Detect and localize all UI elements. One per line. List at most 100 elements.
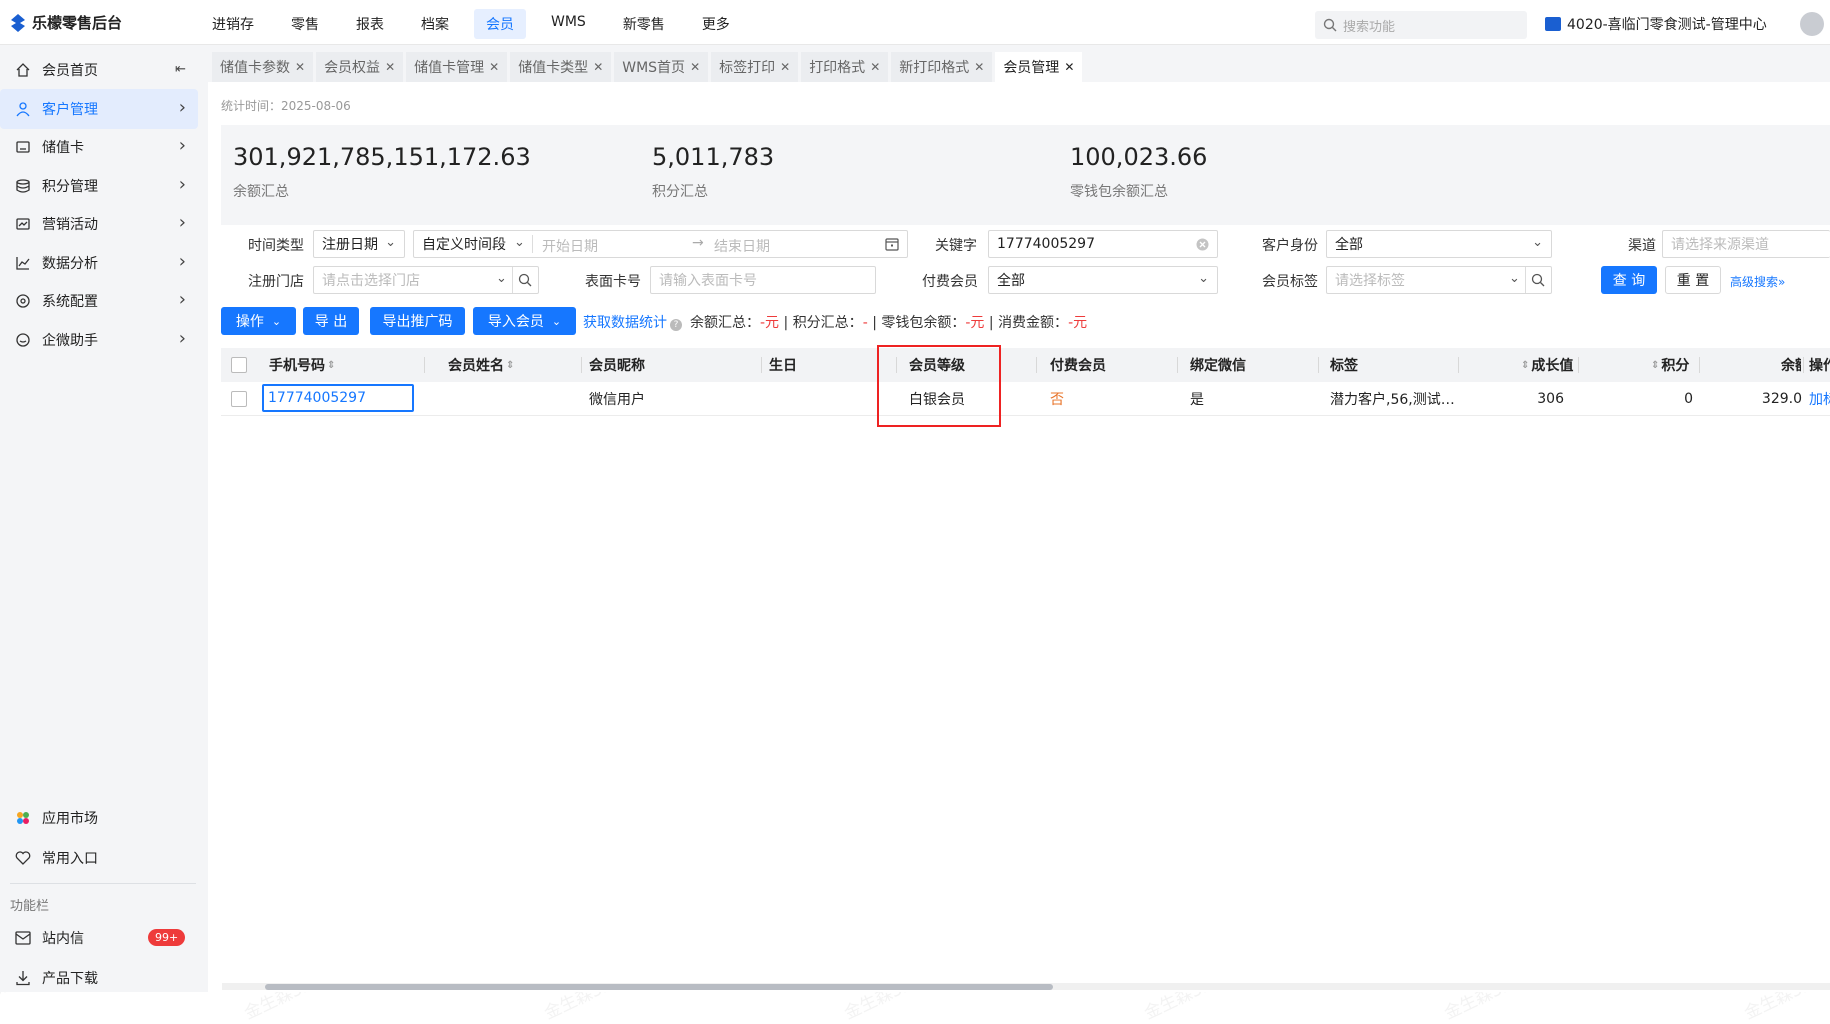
top-navigation: 进销存 零售 报表 档案 会员 WMS 新零售 更多 <box>200 9 755 39</box>
add-tag-link[interactable]: 加标 <box>1809 382 1830 416</box>
sidebar-item-6[interactable]: 系统配置 › <box>0 281 198 321</box>
chevron-down-icon: ⌄ <box>1198 271 1209 286</box>
col-growth[interactable]: ⇕ 成长值 <box>1521 348 1573 382</box>
sidebar-item-label: 数据分析 <box>42 255 98 272</box>
sidebar-item-3[interactable]: 积分管理 › <box>0 166 198 206</box>
col-phone[interactable]: 手机号码 ⇕ <box>269 348 335 382</box>
operate-button[interactable]: 操作 ⌄ <box>221 307 296 335</box>
sidebar-item-4[interactable]: 营销活动 › <box>0 204 198 244</box>
start-date-input[interactable]: 开始日期 <box>542 236 598 256</box>
tab-6[interactable]: 打印格式 ✕ <box>801 52 889 82</box>
sort-icon: ⇕ <box>506 359 515 371</box>
sidebar-item-favorites[interactable]: 常用入口 <box>0 838 198 878</box>
export-code-button[interactable]: 导出推广码 <box>370 307 465 335</box>
fetch-stats-link[interactable]: 获取数据统计? <box>583 312 682 332</box>
reset-button[interactable]: 重 置 <box>1665 266 1721 294</box>
sidebar-item-1[interactable]: 客户管理 › <box>0 88 198 129</box>
chevron-down-icon: ⌄ <box>551 314 562 328</box>
store-label: 注册门店 <box>248 274 304 290</box>
app-logo[interactable]: 乐檬零售后台 <box>10 12 122 33</box>
topnav-item[interactable]: 档案 <box>409 9 461 39</box>
download-icon <box>12 967 34 989</box>
search-input[interactable]: 搜索功能 <box>1315 11 1527 39</box>
stat-balance-label: 余额汇总 <box>233 184 289 200</box>
column-divider <box>424 357 425 373</box>
sidebar-item-7[interactable]: 企微助手 › <box>0 320 198 360</box>
cell-wechat: 是 <box>1190 392 1204 408</box>
avatar[interactable] <box>1800 12 1824 36</box>
tab-1[interactable]: 会员权益 ✕ <box>316 52 404 82</box>
search-icon[interactable] <box>518 273 532 287</box>
table-header: 手机号码 ⇕ 会员姓名 ⇕ 会员昵称 生日 会员等级 付费会员 绑定微信 标签 ⇕ 成… <box>221 348 1830 382</box>
tab-4[interactable]: WMS首页 ✕ <box>614 52 709 82</box>
clear-icon[interactable] <box>1196 238 1209 251</box>
search-icon[interactable] <box>1531 273 1545 287</box>
cell-balance: 329.0 <box>1761 391 1802 407</box>
tab-0[interactable]: 储值卡参数 ✕ <box>212 52 314 82</box>
close-icon[interactable]: ✕ <box>1064 60 1074 74</box>
col-phone-label: 手机号码 <box>269 358 325 374</box>
close-icon[interactable]: ✕ <box>295 60 305 74</box>
main-content: 储值卡参数 ✕ 会员权益 ✕ 储值卡管理 ✕ 储值卡类型 ✕ WMS首页 ✕ 标签打印 ✕ 打印格式 ✕ 新… <box>208 45 1830 992</box>
sidebar-item-app-market[interactable]: 应用市场 <box>0 798 198 838</box>
advanced-search-link[interactable]: 高级搜索» <box>1730 273 1785 290</box>
collapse-icon[interactable]: ⇤ <box>175 62 186 77</box>
topnav-item[interactable]: 更多 <box>690 9 742 39</box>
store-selector[interactable]: 4020-喜临门零食测试-管理中心 <box>1545 14 1767 34</box>
export-button[interactable]: 导 出 <box>303 307 359 335</box>
close-icon[interactable]: ✕ <box>870 60 880 74</box>
close-icon[interactable]: ✕ <box>385 60 395 74</box>
topnav-item[interactable]: 进销存 <box>200 9 266 39</box>
user-icon <box>12 98 34 120</box>
search-icon <box>1323 18 1337 32</box>
store-placeholder: 请点击选择门店 <box>322 273 420 289</box>
close-icon[interactable]: ✕ <box>780 60 790 74</box>
topnav-item[interactable]: 零售 <box>279 9 331 39</box>
topnav-item[interactable]: 新零售 <box>611 9 677 39</box>
sidebar-item-5[interactable]: 数据分析 › <box>0 243 198 283</box>
close-icon[interactable]: ✕ <box>593 60 603 74</box>
query-button[interactable]: 查 询 <box>1601 266 1657 294</box>
time-type-select[interactable]: 注册日期 ⌄ <box>313 230 405 258</box>
top-bar: 乐檬零售后台 进销存 零售 报表 档案 会员 WMS 新零售 更多 搜索功能 4020-喜临门… <box>0 0 1830 45</box>
scrollbar-thumb[interactable] <box>265 984 1053 990</box>
keyword-input[interactable]: 17774005297 <box>988 230 1218 258</box>
col-points[interactable]: ⇕ 积分 <box>1651 348 1689 382</box>
sidebar-item-download[interactable]: 产品下载 <box>0 958 198 998</box>
tab-2[interactable]: 储值卡管理 ✕ <box>406 52 508 82</box>
select-all-checkbox[interactable] <box>231 348 247 382</box>
channel-select[interactable]: 请选择来源渠道 <box>1662 230 1830 258</box>
chevron-down-icon: ⌄ <box>385 235 396 250</box>
identity-select[interactable]: 全部 ⌄ <box>1326 230 1552 258</box>
close-icon[interactable]: ✕ <box>489 60 499 74</box>
tag-select[interactable]: 请选择标签 ⌄ <box>1326 266 1552 294</box>
tab-7[interactable]: 新打印格式 ✕ <box>891 52 993 82</box>
messages-label: 站内信 <box>42 931 84 947</box>
tab-8[interactable]: 会员管理 ✕ <box>995 52 1083 82</box>
topnav-item[interactable]: 报表 <box>344 9 396 39</box>
sum-balance-value: -元 <box>760 315 780 331</box>
sidebar-item-2[interactable]: 储值卡 › <box>0 127 198 167</box>
import-member-button[interactable]: 导入会员 ⌄ <box>473 307 576 335</box>
cell-nickname: 微信用户 <box>589 392 645 408</box>
operate-label: 操作 <box>235 314 264 330</box>
store-select[interactable]: 请点击选择门店 ⌄ <box>313 266 539 294</box>
tab-3[interactable]: 储值卡类型 ✕ <box>510 52 612 82</box>
sidebar-item-0[interactable]: 会员首页 ⇤ <box>0 50 198 90</box>
row-checkbox[interactable] <box>231 382 247 416</box>
tab-label: 打印格式 <box>809 60 866 76</box>
col-name[interactable]: 会员姓名 ⇕ <box>448 348 514 382</box>
tab-5[interactable]: 标签打印 ✕ <box>711 52 799 82</box>
close-icon[interactable]: ✕ <box>974 60 984 74</box>
topnav-item[interactable]: WMS <box>539 9 598 39</box>
topnav-item[interactable]: 会员 <box>474 9 526 39</box>
close-icon[interactable]: ✕ <box>690 60 700 74</box>
sidebar-item-messages[interactable]: 站内信 99+ <box>0 918 198 958</box>
card-number-input[interactable]: 请输入表面卡号 <box>650 266 876 294</box>
phone-link[interactable]: 17774005297 <box>262 384 414 412</box>
date-range-picker[interactable]: 自定义时间段 ⌄ 开始日期 → 结束日期 <box>413 230 908 258</box>
paid-member-select[interactable]: 全部 ⌄ <box>988 266 1218 294</box>
identity-label: 客户身份 <box>1262 238 1318 254</box>
tab-label: WMS首页 <box>622 60 686 76</box>
end-date-input[interactable]: 结束日期 <box>714 236 770 256</box>
